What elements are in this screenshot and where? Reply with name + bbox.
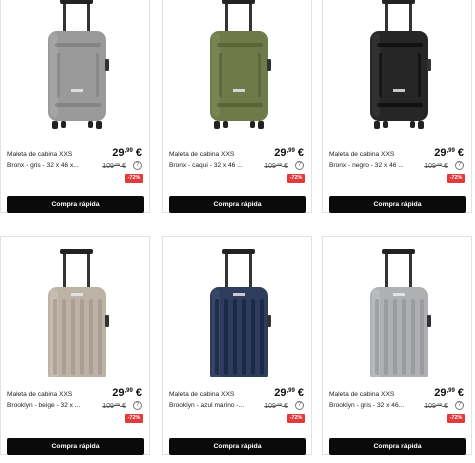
discount-badge: -72% [287, 174, 305, 183]
product-grid: Maleta de cabina XXS Bronx - gris - 32 x… [0, 0, 475, 463]
quick-buy-button[interactable]: Compra rápida [7, 438, 144, 455]
help-icon[interactable]: ? [455, 161, 464, 170]
help-icon[interactable]: ? [133, 401, 142, 410]
discount-badge: -72% [447, 414, 465, 423]
product-title-line2: Brooklyn - azul marino -... [169, 402, 245, 409]
product-title-line2: Bronx - negro - 32 x 46 ... [329, 162, 404, 169]
product-card[interactable]: Maleta de cabina XXS Bronx - gris - 32 x… [0, 0, 150, 213]
product-title-line1: Maleta de cabina XXS [7, 151, 73, 158]
product-title-line2: Brooklyn - beige - 32 x ... [7, 402, 81, 409]
quick-buy-button[interactable]: Compra rápida [329, 438, 466, 455]
product-title[interactable]: Maleta de cabina XXS Brooklyn - gris - 3… [329, 389, 421, 411]
product-card[interactable]: Maleta de cabina XXS Brooklyn - beige - … [0, 236, 150, 455]
product-price: 29,99 € [434, 387, 464, 399]
product-title-line2: Bronx - caqui - 32 x 46 ... [169, 162, 243, 169]
product-image[interactable] [163, 237, 313, 377]
quick-buy-button[interactable]: Compra rápida [329, 196, 466, 213]
product-title-line1: Maleta de cabina XXS [7, 391, 73, 398]
product-price: 29,99 € [112, 147, 142, 159]
product-card[interactable]: Maleta de cabina XXS Bronx - caqui - 32 … [162, 0, 312, 213]
help-icon[interactable]: ? [295, 161, 304, 170]
quick-buy-button[interactable]: Compra rápida [169, 438, 306, 455]
discount-badge: -72% [447, 174, 465, 183]
quick-buy-button[interactable]: Compra rápida [7, 196, 144, 213]
discount-badge: -72% [287, 414, 305, 423]
product-image[interactable] [323, 237, 473, 377]
product-card[interactable]: Maleta de cabina XXS Brooklyn - gris - 3… [322, 236, 472, 455]
product-card[interactable]: Maleta de cabina XXS Brooklyn - azul mar… [162, 236, 312, 455]
product-title-line1: Maleta de cabina XXS [169, 151, 235, 158]
product-old-price: 109,99 € [102, 402, 126, 410]
product-title[interactable]: Maleta de cabina XXS Brooklyn - beige - … [7, 389, 99, 411]
product-old-price: 109,99 € [424, 162, 448, 170]
product-title-line2: Brooklyn - gris - 32 x 46... [329, 402, 405, 409]
product-title-line1: Maleta de cabina XXS [169, 391, 235, 398]
product-price: 29,99 € [434, 147, 464, 159]
product-card[interactable]: Maleta de cabina XXS Bronx - negro - 32 … [322, 0, 472, 213]
product-title-line1: Maleta de cabina XXS [329, 391, 395, 398]
product-title-line1: Maleta de cabina XXS [329, 151, 395, 158]
help-icon[interactable]: ? [295, 401, 304, 410]
quick-buy-button[interactable]: Compra rápida [169, 196, 306, 213]
product-title-line2: Bronx - gris - 32 x 46 x... [7, 162, 79, 169]
help-icon[interactable]: ? [133, 161, 142, 170]
product-price: 29,99 € [112, 387, 142, 399]
product-image[interactable] [1, 0, 151, 135]
product-old-price: 109,99 € [264, 162, 288, 170]
product-title[interactable]: Maleta de cabina XXS Bronx - negro - 32 … [329, 149, 421, 171]
product-image[interactable] [323, 0, 473, 135]
product-old-price: 109,99 € [102, 162, 126, 170]
product-old-price: 109,99 € [424, 402, 448, 410]
discount-badge: -72% [125, 174, 143, 183]
product-image[interactable] [1, 237, 151, 377]
product-price: 29,99 € [274, 147, 304, 159]
product-title[interactable]: Maleta de cabina XXS Bronx - gris - 32 x… [7, 149, 99, 171]
product-price: 29,99 € [274, 387, 304, 399]
discount-badge: -72% [125, 414, 143, 423]
help-icon[interactable]: ? [455, 401, 464, 410]
product-old-price: 109,99 € [264, 402, 288, 410]
product-image[interactable] [163, 0, 313, 135]
product-title[interactable]: Maleta de cabina XXS Brooklyn - azul mar… [169, 389, 261, 411]
product-title[interactable]: Maleta de cabina XXS Bronx - caqui - 32 … [169, 149, 261, 171]
